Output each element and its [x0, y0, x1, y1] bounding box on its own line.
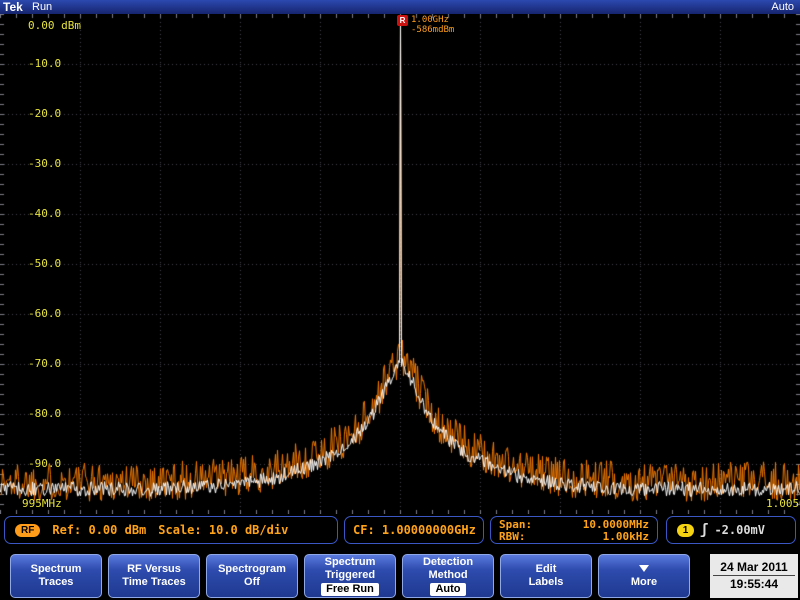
menu-detection-method[interactable]: Detection Method Auto [402, 554, 494, 598]
y-axis-label: -10.0 [28, 57, 61, 70]
spectrum-canvas [0, 14, 800, 514]
menu-rf-versus-time-traces[interactable]: RF Versus Time Traces [108, 554, 200, 598]
x-axis-label-start: 995MHz [22, 497, 62, 510]
datetime-display: 24 Mar 2011 19:55:44 [710, 554, 798, 598]
trigger-mode-status: Auto [771, 0, 794, 14]
reference-marker[interactable]: R 1.00GHz -586mdBm [397, 15, 454, 35]
spectrum-analyzer-screen: Tek Run Auto 0.00 dBm -10.0 -20.0 -30.0 … [0, 0, 800, 600]
y-axis-label: -50.0 [28, 257, 61, 270]
y-axis-label: -60.0 [28, 307, 61, 320]
detection-auto-value: Auto [430, 583, 465, 596]
bottom-menu-bar: Spectrum Traces RF Versus Time Traces Sp… [0, 554, 800, 600]
menu-spectrum-triggered[interactable]: Spectrum Triggered Free Run [304, 554, 396, 598]
rf-badge: RF [15, 524, 40, 537]
menu-spectrogram[interactable]: Spectrogram Off [206, 554, 298, 598]
marker-r-badge: R [397, 15, 408, 26]
trigger-level-value: -2.00mV [714, 517, 765, 543]
menu-edit-labels[interactable]: Edit Labels [500, 554, 592, 598]
acquisition-status: Run [32, 0, 52, 14]
marker-readout: 1.00GHz -586mdBm [411, 15, 454, 35]
marker-frequency: 1.00GHz [411, 15, 454, 25]
span-rbw-readout: Span: 10.0000MHz RBW: 1.00kHz [490, 516, 658, 544]
y-axis-label: -30.0 [28, 157, 61, 170]
y-axis-label: -20.0 [28, 107, 61, 120]
marker-amplitude: -586mdBm [411, 25, 454, 35]
trigger-slope-icon: ʃ [700, 517, 708, 543]
free-run-value: Free Run [321, 583, 379, 596]
y-axis-label: 0.00 dBm [28, 19, 81, 32]
readout-bar: RF Ref: 0.00 dBm Scale: 10.0 dB/div CF: … [0, 516, 800, 546]
menu-spectrum-traces[interactable]: Spectrum Traces [10, 554, 102, 598]
ref-level-readout: Ref: 0.00 dBm [52, 517, 146, 543]
y-axis-label: -70.0 [28, 357, 61, 370]
menu-more[interactable]: More [598, 554, 690, 598]
cf-value: CF: 1.00000000GHz [353, 523, 476, 537]
y-axis-label: -40.0 [28, 207, 61, 220]
scale-readout: Scale: 10.0 dB/div [158, 517, 288, 543]
top-status-bar: Tek Run Auto [0, 0, 800, 14]
rbw-label: RBW: [499, 531, 526, 543]
trigger-readout: 1 ʃ -2.00mV [666, 516, 796, 544]
y-axis-label: -80.0 [28, 407, 61, 420]
spectrum-plot: 0.00 dBm -10.0 -20.0 -30.0 -40.0 -50.0 -… [0, 14, 800, 514]
more-arrow-icon [639, 565, 649, 572]
rbw-value: 1.00kHz [603, 531, 649, 543]
center-frequency-readout: CF: 1.00000000GHz [344, 516, 484, 544]
rf-reference-readout: RF Ref: 0.00 dBm Scale: 10.0 dB/div [4, 516, 338, 544]
tek-logo: Tek [3, 0, 23, 14]
x-axis-label-stop: 1.005GHz [766, 497, 800, 510]
date-value: 24 Mar 2011 [713, 559, 795, 576]
y-axis-label: -90.0 [28, 457, 61, 470]
time-value: 19:55:44 [710, 576, 798, 592]
channel-1-badge: 1 [677, 524, 694, 537]
